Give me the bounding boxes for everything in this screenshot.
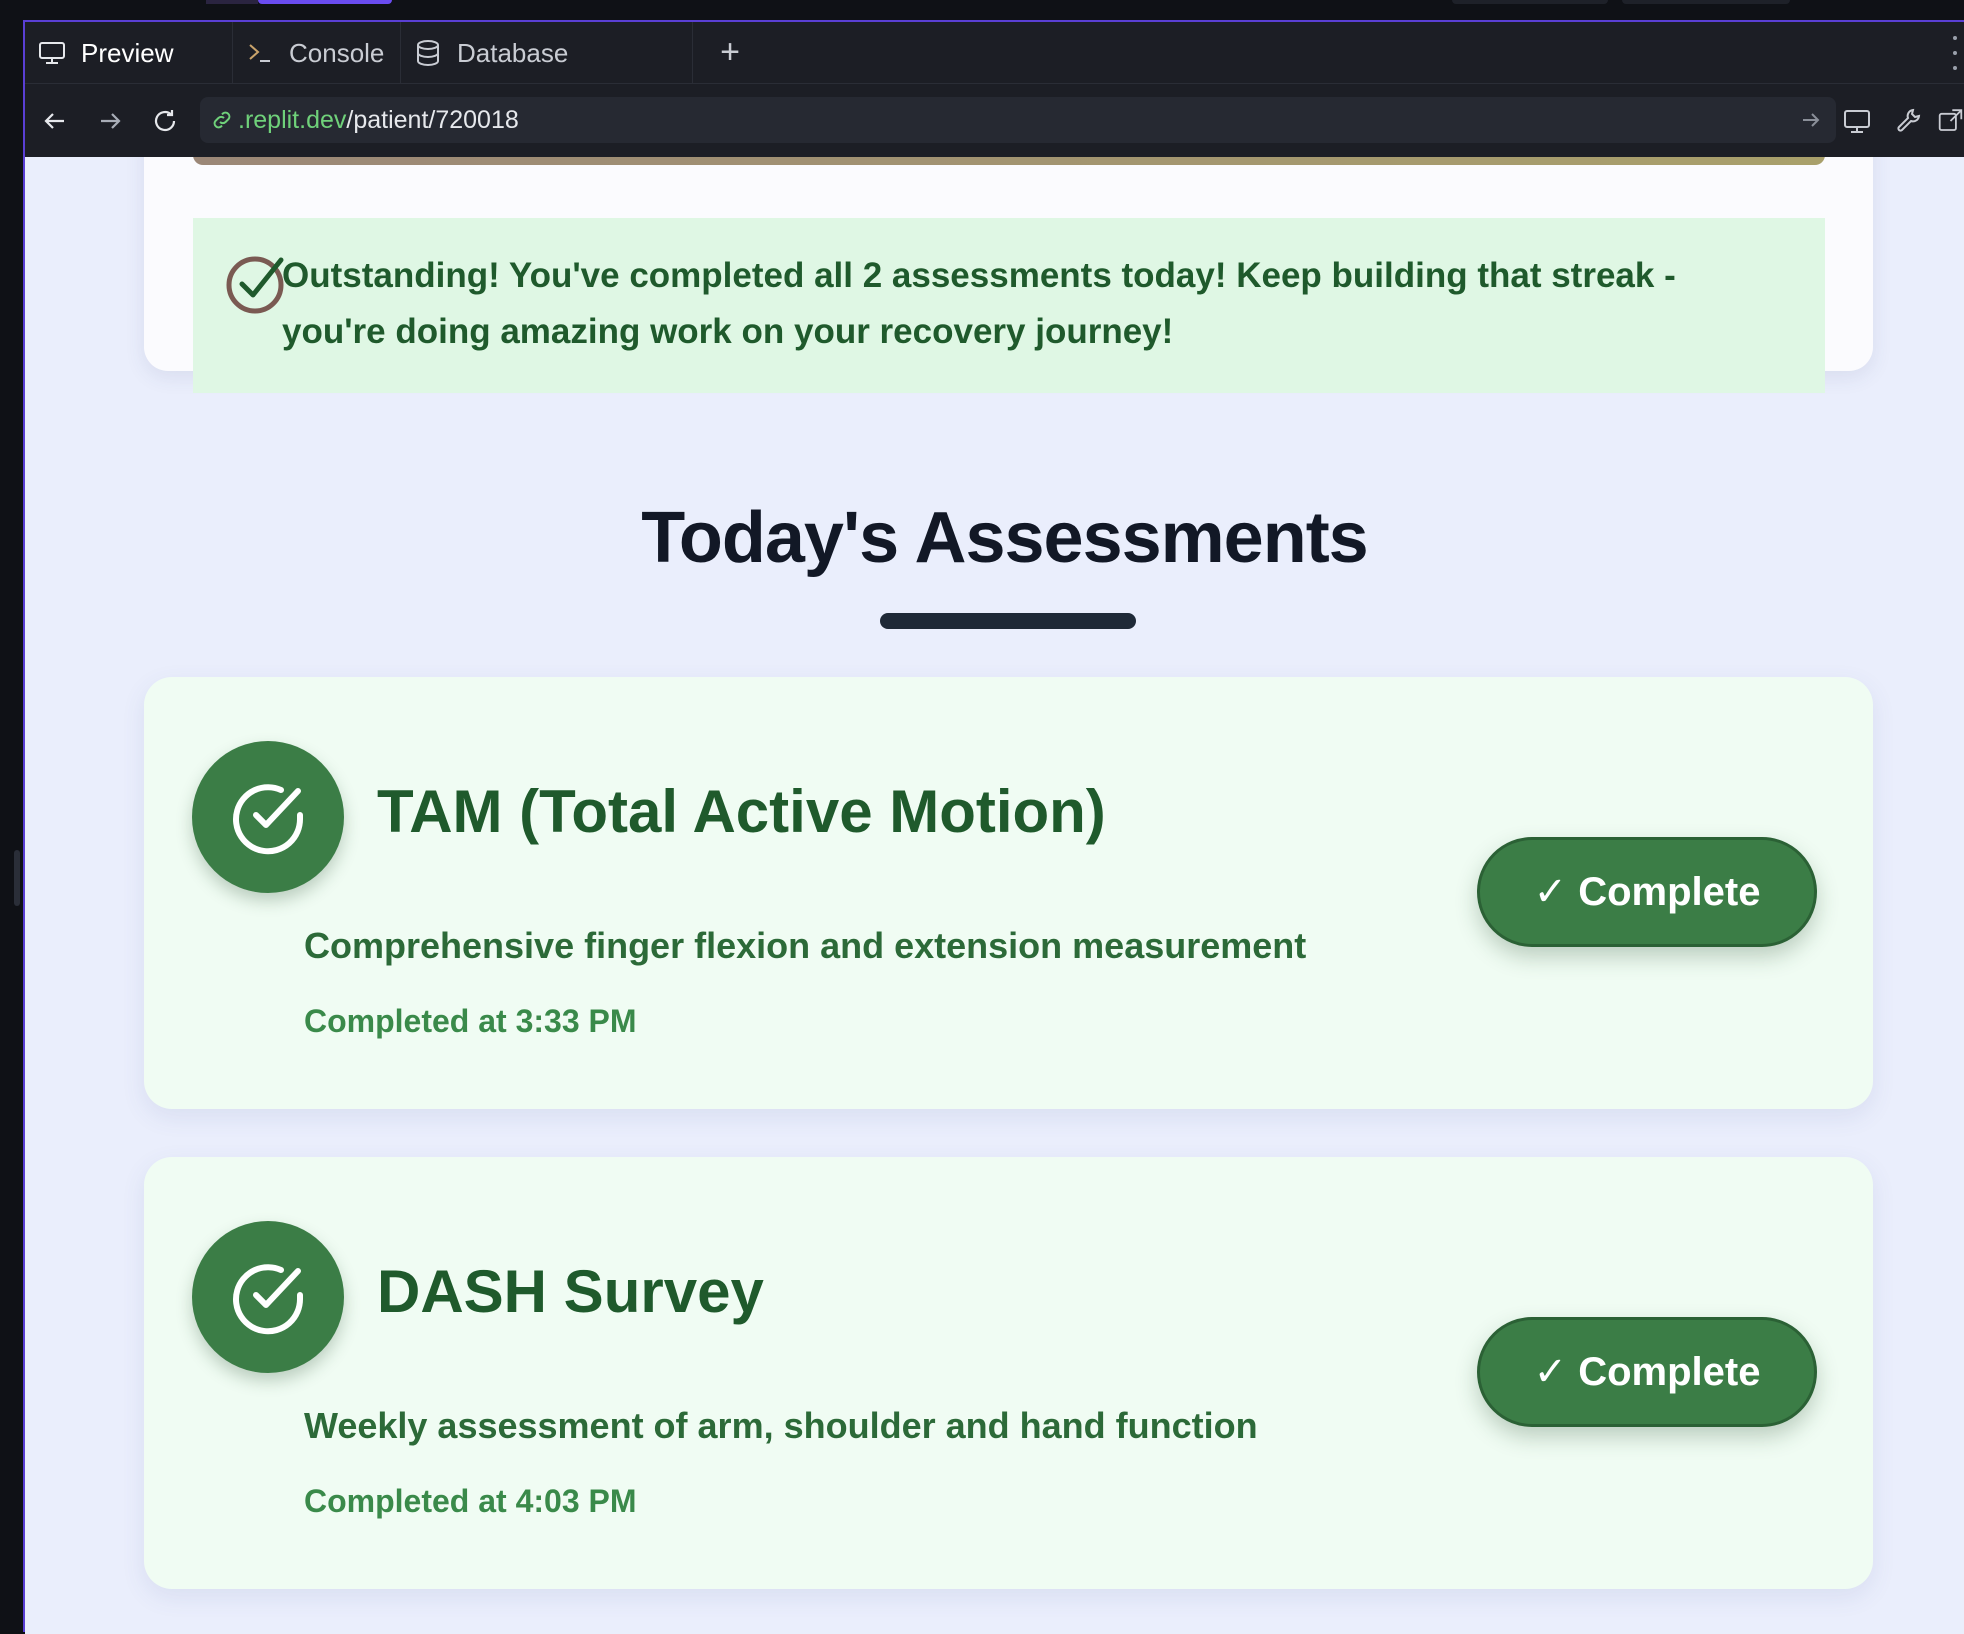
link-icon — [213, 111, 231, 129]
terminal-icon — [245, 38, 275, 68]
wrench-icon — [1897, 108, 1921, 132]
section-underline — [880, 613, 1136, 629]
resize-handle[interactable] — [14, 850, 20, 906]
reload-button[interactable] — [145, 101, 185, 141]
devtools-button[interactable] — [1889, 101, 1929, 141]
toolbar-ghost-2 — [1622, 0, 1790, 4]
device-preview-button[interactable] — [1837, 101, 1877, 141]
tab-preview[interactable]: Preview — [25, 22, 233, 84]
window-top-strip — [0, 0, 1964, 20]
assessment-completed-time: Completed at 3:33 PM — [304, 1003, 637, 1039]
tab-label: Database — [457, 37, 569, 68]
url-path: /patient/720018 — [346, 105, 519, 134]
open-new-window-button[interactable] — [1937, 101, 1964, 141]
url-host: .replit.dev — [238, 105, 347, 134]
assessment-title: DASH Survey — [377, 1258, 764, 1325]
success-banner: Outstanding! You've completed all 2 asse… — [193, 218, 1825, 393]
banner-message: Outstanding! You've completed all 2 asse… — [282, 256, 1676, 351]
assessment-title: TAM (Total Active Motion) — [377, 778, 1106, 845]
assessment-description: Weekly assessment of arm, shoulder and h… — [304, 1405, 1258, 1446]
check-circle-icon — [233, 1264, 304, 1335]
add-tab-button[interactable]: + — [710, 32, 750, 72]
arrow-right-icon — [1803, 113, 1820, 127]
check-circle-icon — [226, 256, 284, 314]
toolbar-ghost-1 — [1452, 0, 1608, 4]
tab-console[interactable]: Console — [233, 22, 401, 84]
complete-button[interactable]: ✓ Complete — [1477, 837, 1817, 947]
assessment-card: DASH Survey Weekly assessment of arm, sh… — [144, 1157, 1873, 1589]
assessment-completed-time: Completed at 4:03 PM — [304, 1483, 637, 1519]
database-icon — [413, 38, 443, 68]
app-content: Outstanding! You've completed all 2 asse… — [25, 157, 1964, 1634]
assessment-status-icon — [192, 741, 344, 893]
tab-label: Preview — [81, 37, 174, 68]
arrow-right-icon — [101, 113, 121, 129]
url-input[interactable]: .replit.dev/patient/720018 — [200, 97, 1836, 143]
check-circle-icon — [233, 784, 304, 855]
complete-button[interactable]: ✓ Complete — [1477, 1317, 1817, 1427]
assessment-status-icon — [192, 1221, 344, 1373]
tab-bar: Preview Console Database + — [25, 22, 1964, 84]
go-button[interactable] — [1796, 105, 1826, 135]
monitor-icon — [37, 38, 67, 68]
more-options-icon[interactable] — [1950, 36, 1960, 70]
tab-label: Console — [289, 37, 385, 68]
forward-button[interactable] — [90, 101, 130, 141]
monitor-icon — [1844, 110, 1870, 133]
reload-icon — [154, 110, 176, 132]
url-bar: .replit.dev/patient/720018 — [25, 85, 1964, 156]
active-tab-indicator — [258, 0, 392, 4]
left-rail — [0, 20, 25, 1632]
arrow-left-icon — [44, 113, 64, 129]
back-button[interactable] — [35, 101, 75, 141]
progress-bar — [193, 157, 1825, 165]
assessment-card: TAM (Total Active Motion) Comprehensive … — [144, 677, 1873, 1109]
assessment-description: Comprehensive finger flexion and extensi… — [304, 925, 1307, 966]
section-title: Today's Assessments — [641, 498, 1368, 578]
tab-database[interactable]: Database — [401, 22, 693, 84]
tab-indicator-ghost — [206, 0, 258, 4]
preview-pane: Preview Console Database + .replit.dev /… — [25, 20, 1964, 1634]
external-link-icon — [1938, 109, 1963, 131]
